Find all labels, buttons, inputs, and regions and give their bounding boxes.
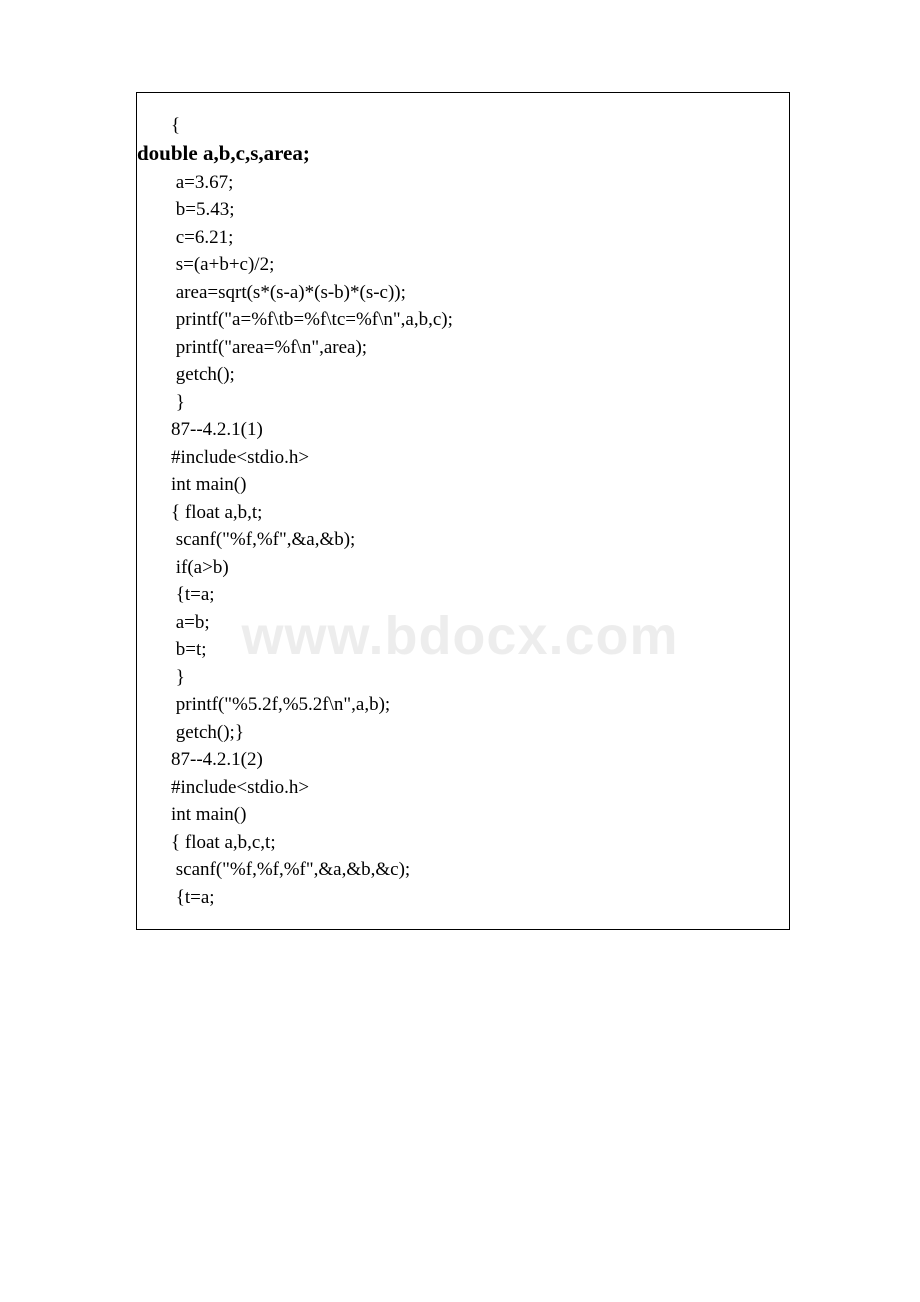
code-line: { float a,b,c,t; (171, 833, 789, 852)
code-line: s=(a+b+c)/2; (171, 255, 789, 274)
code-line: #include<stdio.h> (171, 448, 789, 467)
code-line: {t=a; (171, 888, 789, 907)
code-line: c=6.21; (171, 228, 789, 247)
code-line: area=sqrt(s*(s-a)*(s-b)*(s-c)); (171, 283, 789, 302)
code-line: a=b; (171, 613, 789, 632)
code-frame: { double a,b,c,s,area; a=3.67; b=5.43; c=… (136, 92, 790, 930)
code-line: scanf("%f,%f,%f",&a,&b,&c); (171, 860, 789, 879)
code-line: a=3.67; (171, 173, 789, 192)
code-line: } (171, 668, 789, 687)
code-line: if(a>b) (171, 558, 789, 577)
code-line: b=5.43; (171, 200, 789, 219)
code-line: getch(); (171, 365, 789, 384)
code-line: double a,b,c,s,area; (137, 143, 789, 164)
code-line: printf("area=%f\n",area); (171, 338, 789, 357)
code-line: { (171, 116, 789, 135)
code-line: printf("a=%f\tb=%f\tc=%f\n",a,b,c); (171, 310, 789, 329)
code-content: { double a,b,c,s,area; a=3.67; b=5.43; c=… (137, 116, 789, 907)
page: www.bdocx.com {double a,b,c,s,area; a=3.… (0, 0, 920, 1302)
code-line: int main() (171, 805, 789, 824)
code-line: #include<stdio.h> (171, 778, 789, 797)
code-line: 87--4.2.1(2) (171, 750, 789, 769)
code-line: int main() (171, 475, 789, 494)
code-line: {t=a; (171, 585, 789, 604)
code-line: b=t; (171, 640, 789, 659)
code-line: scanf("%f,%f",&a,&b); (171, 530, 789, 549)
code-line: getch();} (171, 723, 789, 742)
code-line: } (171, 393, 789, 412)
code-line: { float a,b,t; (171, 503, 789, 522)
code-line: 87--4.2.1(1) (171, 420, 789, 439)
code-line: printf("%5.2f,%5.2f\n",a,b); (171, 695, 789, 714)
